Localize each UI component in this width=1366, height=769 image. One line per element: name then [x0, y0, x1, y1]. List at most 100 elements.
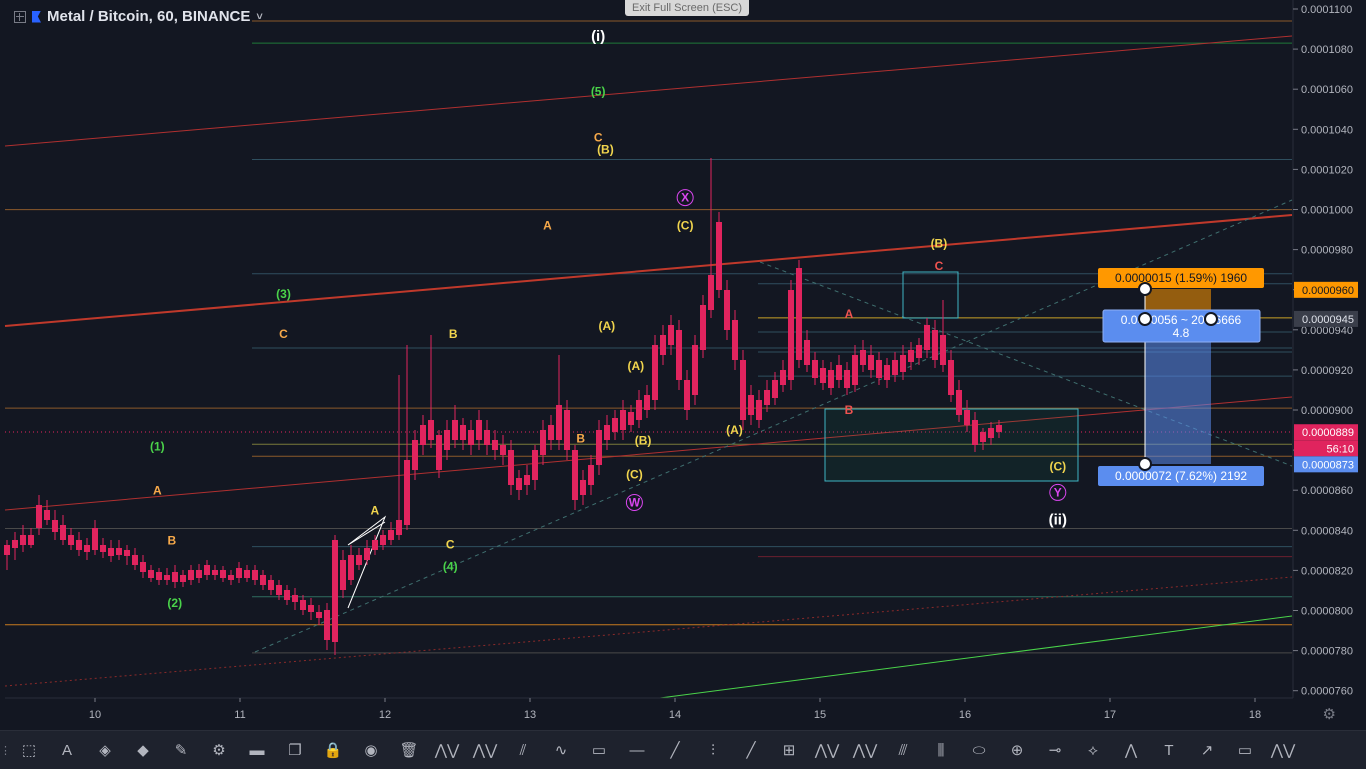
- candle-body[interactable]: [436, 435, 442, 470]
- wave-label[interactable]: B: [845, 403, 854, 417]
- wave-label[interactable]: (1): [150, 439, 165, 453]
- candle-body[interactable]: [220, 570, 226, 578]
- wave-label[interactable]: A: [153, 483, 162, 497]
- candle-body[interactable]: [92, 528, 98, 550]
- wave-label[interactable]: B: [168, 534, 177, 548]
- candle-body[interactable]: [524, 475, 530, 485]
- candle-body[interactable]: [612, 418, 618, 432]
- wave-label[interactable]: (i): [591, 28, 605, 45]
- lock-icon[interactable]: 🔒: [314, 732, 352, 768]
- candle-body[interactable]: [412, 440, 418, 470]
- candle-body[interactable]: [260, 575, 266, 585]
- candle-body[interactable]: [644, 395, 650, 410]
- candle-body[interactable]: [700, 305, 706, 350]
- candle-body[interactable]: [996, 425, 1002, 432]
- candle-body[interactable]: [972, 420, 978, 445]
- wave-label[interactable]: (2): [167, 596, 182, 610]
- wave-label[interactable]: (4): [443, 560, 458, 574]
- candle-body[interactable]: [724, 290, 730, 330]
- wave-label[interactable]: (B): [597, 142, 614, 156]
- candle-body[interactable]: [588, 465, 594, 485]
- exit-fullscreen-button[interactable]: Exit Full Screen (ESC): [625, 0, 749, 16]
- chart-settings-gear-icon[interactable]: ⚙: [1323, 705, 1336, 723]
- candle-body[interactable]: [444, 430, 450, 450]
- candle-body[interactable]: [172, 572, 178, 582]
- candle-body[interactable]: [812, 360, 818, 378]
- candle-body[interactable]: [4, 545, 10, 555]
- candle-body[interactable]: [196, 570, 202, 578]
- candle-body[interactable]: [372, 540, 378, 550]
- candle-body[interactable]: [140, 562, 146, 572]
- chevron-down-icon[interactable]: ˅: [256, 11, 262, 23]
- candle-body[interactable]: [244, 570, 250, 578]
- wave-label[interactable]: W: [629, 495, 641, 509]
- candle-body[interactable]: [900, 355, 906, 372]
- path-icon[interactable]: ∿: [542, 732, 580, 768]
- candle-body[interactable]: [932, 330, 938, 360]
- pitchfork-icon[interactable]: ⫽: [504, 732, 542, 768]
- candle-body[interactable]: [148, 570, 154, 578]
- eye-icon[interactable]: ◉: [352, 732, 390, 768]
- wave-label[interactable]: B: [449, 327, 458, 341]
- pattern-icon[interactable]: ⟡: [1074, 732, 1112, 768]
- trash-icon[interactable]: 🗑: [390, 732, 428, 768]
- settings-icon[interactable]: ⚙: [200, 732, 238, 768]
- candle-body[interactable]: [116, 548, 122, 555]
- candle-body[interactable]: [108, 548, 114, 556]
- candle-body[interactable]: [300, 600, 306, 610]
- wave-label[interactable]: (A): [599, 319, 616, 333]
- candle-body[interactable]: [516, 478, 522, 490]
- candle-body[interactable]: [28, 535, 34, 545]
- candle-body[interactable]: [36, 505, 42, 528]
- candle-body[interactable]: [164, 575, 170, 580]
- wave-label[interactable]: (A): [726, 423, 743, 437]
- candle-body[interactable]: [348, 555, 354, 580]
- candle-body[interactable]: [532, 450, 538, 480]
- candle-body[interactable]: [620, 410, 626, 430]
- candle-body[interactable]: [292, 595, 298, 602]
- channel-bottom-line[interactable]: [4, 576, 1293, 687]
- candle-body[interactable]: [684, 380, 690, 410]
- channel-top-line[interactable]: [4, 35, 1293, 147]
- wave-label[interactable]: B: [576, 431, 585, 445]
- horizontal-ray-icon[interactable]: ⊸: [1036, 732, 1074, 768]
- head-shoulders-icon[interactable]: ⋀: [1112, 732, 1150, 768]
- candle-body[interactable]: [460, 425, 466, 440]
- pencil-icon[interactable]: ✎: [162, 732, 200, 768]
- candle-body[interactable]: [388, 530, 394, 540]
- callout-icon[interactable]: ▭: [1226, 732, 1264, 768]
- candle-body[interactable]: [956, 390, 962, 415]
- wave-label[interactable]: X: [681, 191, 689, 205]
- candle-body[interactable]: [332, 540, 338, 642]
- candle-body[interactable]: [828, 370, 834, 388]
- candle-body[interactable]: [204, 565, 210, 575]
- wave-label[interactable]: (3): [276, 287, 291, 301]
- candle-body[interactable]: [860, 350, 866, 365]
- channel-lower-line[interactable]: [4, 396, 1293, 511]
- wave-label[interactable]: Y: [1054, 485, 1062, 499]
- candle-body[interactable]: [236, 568, 242, 578]
- wave-label[interactable]: (ii): [1049, 512, 1067, 529]
- candle-body[interactable]: [764, 390, 770, 405]
- candle-body[interactable]: [396, 520, 402, 535]
- candle-body[interactable]: [68, 535, 74, 545]
- candle-body[interactable]: [756, 400, 762, 420]
- wave-label[interactable]: (A): [628, 359, 645, 373]
- candle-body[interactable]: [268, 580, 274, 590]
- position-handle[interactable]: [1138, 312, 1152, 326]
- candle-body[interactable]: [548, 425, 554, 440]
- wave-12345-icon[interactable]: ⋀⋁: [428, 732, 466, 768]
- candle-body[interactable]: [84, 545, 90, 552]
- crosshair-box-icon[interactable]: ⊕: [998, 732, 1036, 768]
- wave-abc-icon[interactable]: ⋀⋁: [466, 732, 504, 768]
- candle-body[interactable]: [484, 430, 490, 445]
- candle-body[interactable]: [284, 590, 290, 600]
- candle-body[interactable]: [100, 545, 106, 552]
- candle-body[interactable]: [564, 410, 570, 450]
- candle-body[interactable]: [980, 432, 986, 442]
- wave-label[interactable]: C: [935, 259, 944, 273]
- candle-body[interactable]: [340, 560, 346, 590]
- wave-label[interactable]: C: [279, 327, 288, 341]
- wave-wxyxz-icon[interactable]: ⋀⋁: [1264, 732, 1302, 768]
- candle-body[interactable]: [188, 570, 194, 580]
